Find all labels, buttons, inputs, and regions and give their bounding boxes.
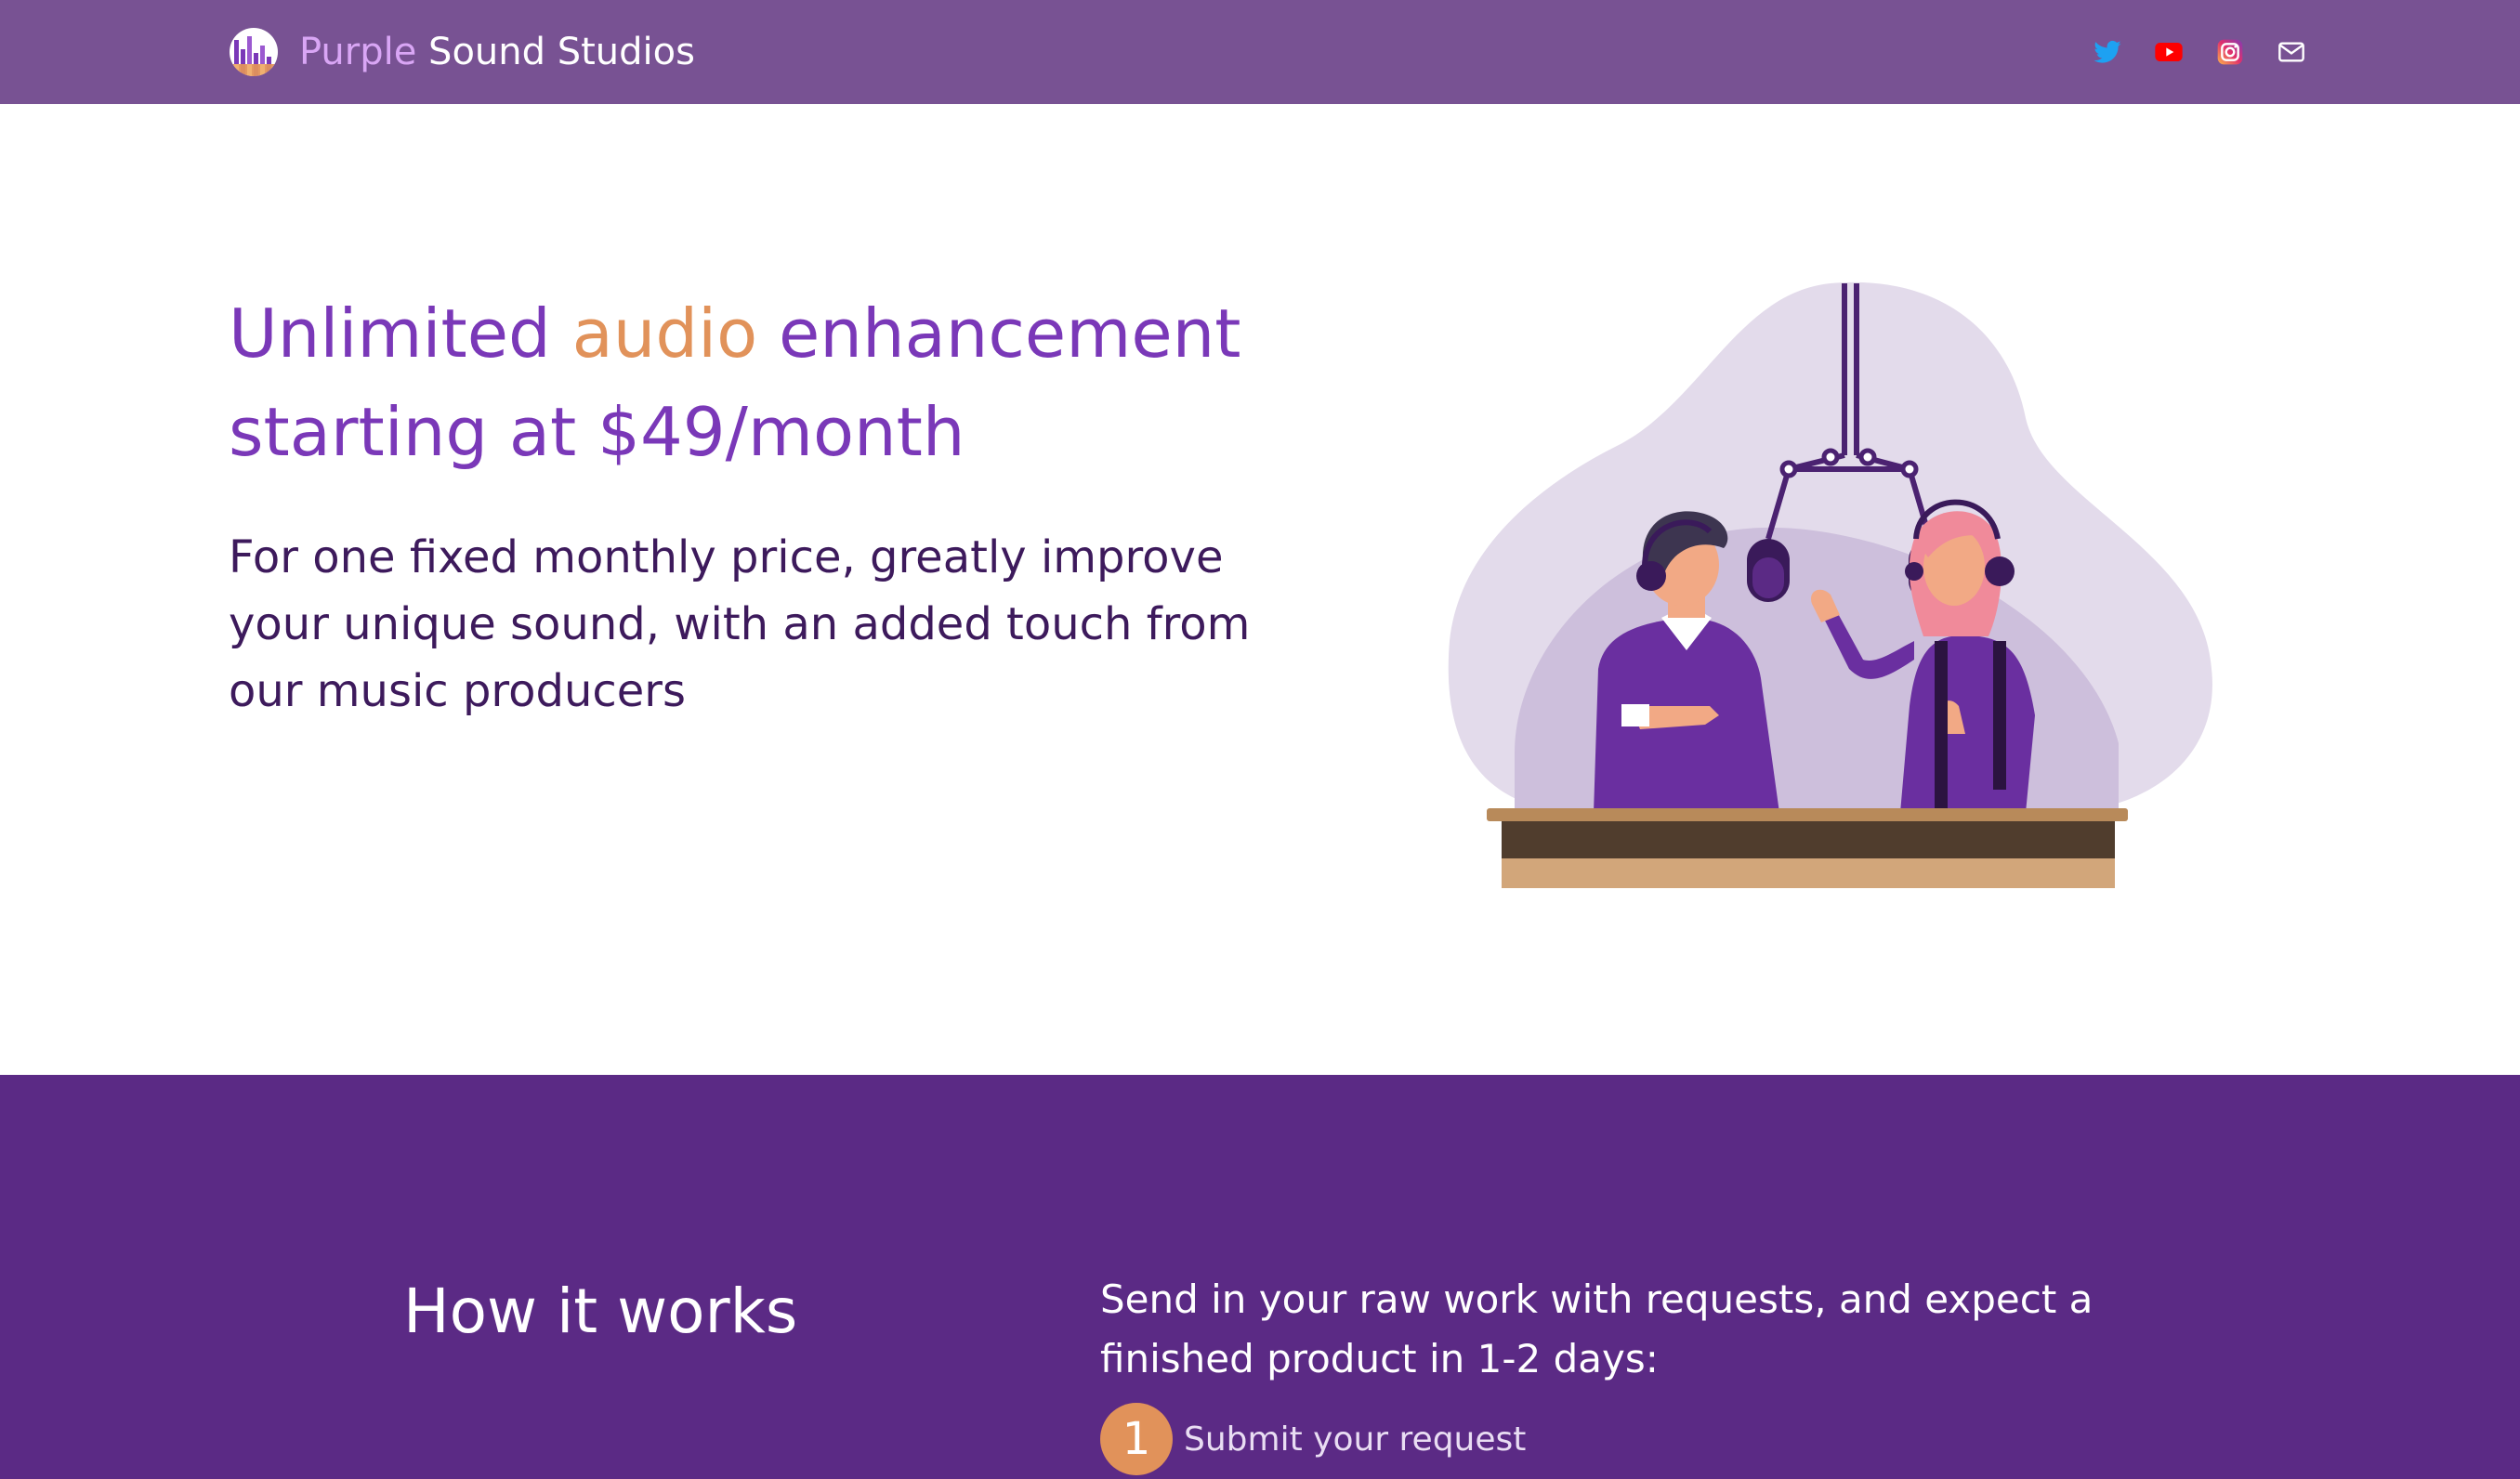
email-link[interactable] [2277,37,2306,67]
how-it-works-heading: How it works [403,1276,798,1347]
hero-headline-highlight: audio [571,294,758,373]
brand-name: Purple Sound Studios [299,26,695,78]
twitter-icon [2093,40,2121,63]
brand-home-link[interactable]: Purple Sound Studios [229,26,695,78]
brand-logo-icon [230,28,278,76]
top-navbar: Purple Sound Studios [0,0,2520,104]
hero-subtitle: For one fixed monthly price, greatly imp… [229,531,1251,717]
instagram-icon [2217,39,2243,65]
step-number-badge: 1 [1100,1403,1173,1475]
desk [1487,808,2128,888]
twitter-link[interactable] [2093,37,2122,67]
hero-headline: Unlimited audio enhancement starting at … [229,284,1251,481]
hero-headline-part1: Unlimited [229,294,572,373]
brand-name-accent: Purple [299,31,417,73]
youtube-link[interactable] [2154,37,2184,67]
social-links [2093,32,2306,72]
mail-icon [2278,42,2304,62]
brand-name-rest: Sound Studios [428,31,695,73]
how-it-works-section: How it works Send in your raw work with … [0,1075,2520,1479]
youtube-icon [2155,43,2183,61]
step-label: Submit your request [1184,1420,1527,1459]
step-item: 1 Submit your request [1100,1403,1526,1475]
instagram-link[interactable] [2215,37,2245,67]
podcast-studio-illustration [1448,281,2212,888]
how-it-works-intro: Send in your raw work with requests, and… [1100,1276,2093,1381]
